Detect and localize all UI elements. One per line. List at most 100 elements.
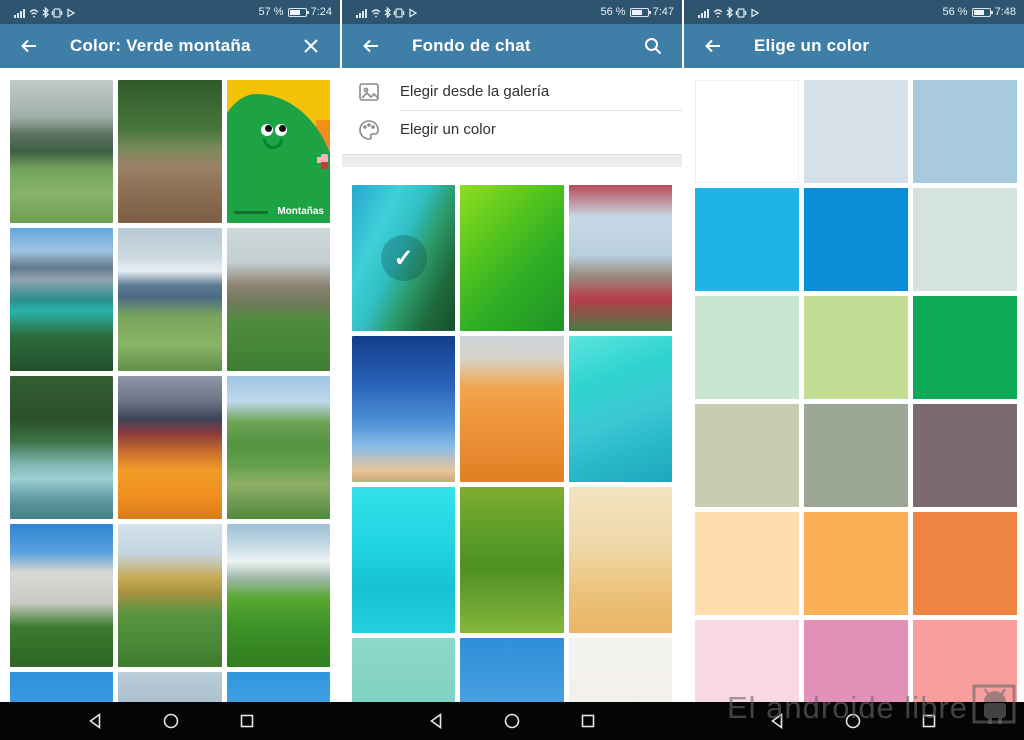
status-icon-strip	[356, 6, 430, 19]
color-swatch-blue[interactable]	[804, 188, 908, 291]
battery-icon	[288, 8, 307, 17]
nav-home-button[interactable]	[502, 711, 522, 731]
play-icon	[410, 9, 416, 16]
wallpaper-tile-aerial-coast-selected[interactable]: ✓	[352, 185, 455, 331]
nav-home-icon	[163, 713, 179, 729]
photo-tile-misty-mountain[interactable]	[10, 80, 113, 223]
nav-back-button[interactable]	[426, 711, 446, 731]
nav-home-button[interactable]	[843, 711, 863, 731]
bluetooth-icon	[727, 8, 732, 17]
color-swatch-orange-yellow[interactable]	[804, 512, 908, 615]
play-icon	[752, 9, 758, 16]
nav-group	[0, 702, 341, 740]
battery-icon	[972, 8, 991, 17]
illustration-caption: Montañas	[277, 206, 324, 217]
nav-back-button[interactable]	[85, 711, 105, 731]
back-button[interactable]	[700, 33, 726, 59]
wallpaper-grid: ✓	[342, 173, 682, 702]
photo-tile-tulip-field[interactable]	[118, 376, 221, 519]
app-bar: Color: Verde montaña	[0, 24, 340, 68]
section-divider-band	[342, 154, 682, 167]
status-icons	[350, 6, 430, 19]
nav-recents-button[interactable]	[578, 711, 598, 731]
color-swatch-pale-mint[interactable]	[695, 296, 799, 399]
phone-screen-color-gallery: 57 % 7:24 Color: Verde montaña	[0, 0, 340, 740]
close-icon	[303, 38, 319, 54]
app-bar: Elige un color	[684, 24, 1024, 68]
photo-tile-green-hills[interactable]	[227, 376, 330, 519]
wallpaper-tile-white-texture[interactable]	[569, 638, 672, 702]
menu-item-label: Elegir un color	[400, 121, 496, 138]
menu-item-choose-from-gallery[interactable]: Elegir desde la galería	[342, 73, 682, 110]
photo-tile-sky-foliage[interactable]	[10, 672, 113, 702]
color-swatch-pink[interactable]	[804, 620, 908, 702]
photo-gallery: Montañas	[0, 68, 340, 702]
color-picker-page	[684, 68, 1024, 702]
page-title: Elige un color	[754, 36, 1008, 56]
wallpaper-tile-yellow-wall[interactable]	[569, 487, 672, 633]
wallpaper-tile-turquoise-water[interactable]	[352, 487, 455, 633]
wallpaper-tile-lagoon-bungalows[interactable]	[569, 336, 672, 482]
photo-tile-sky-clouds[interactable]	[227, 672, 330, 702]
gallery-icon	[358, 81, 380, 103]
screenshot-composite: 57 % 7:24 Color: Verde montaña	[0, 0, 1024, 740]
menu-item-label: Elegir desde la galería	[400, 83, 549, 100]
background-source-menu: Elegir desde la galería Elegir un color	[342, 68, 682, 148]
signal-icon	[698, 9, 709, 18]
wallpaper-tile-blue-sky[interactable]	[460, 638, 563, 702]
color-swatch-pale-green-gray[interactable]	[913, 188, 1017, 291]
wallpaper-tile-bokeh-leaves[interactable]	[460, 487, 563, 633]
color-swatch-light-blue[interactable]	[913, 80, 1017, 183]
nav-home-icon	[504, 713, 520, 729]
wallpaper-tile-green-fern[interactable]	[460, 185, 563, 331]
back-arrow-icon	[361, 36, 381, 56]
android-navigation-bar	[0, 702, 1024, 740]
vibrate-icon	[736, 9, 745, 17]
search-button[interactable]	[640, 33, 666, 59]
signal-icon	[356, 9, 367, 18]
photo-tile-lake-mountains[interactable]	[10, 228, 113, 371]
back-button[interactable]	[16, 33, 42, 59]
color-swatch-salmon-pink[interactable]	[913, 620, 1017, 702]
wallpaper-tile-sand-dune[interactable]	[460, 336, 563, 482]
wallpaper-tile-eiffel-tower[interactable]	[569, 185, 672, 331]
nav-home-button[interactable]	[161, 711, 181, 731]
phone-screen-chat-background: 56 % 7:47 Fondo de chat Elegir desde la …	[340, 0, 682, 740]
close-button[interactable]	[298, 33, 324, 59]
color-swatch-pale-pink[interactable]	[695, 620, 799, 702]
menu-item-choose-a-color[interactable]: Elegir un color	[342, 111, 682, 148]
status-icon-strip	[698, 6, 772, 19]
photo-tile-white-building[interactable]	[10, 524, 113, 667]
color-swatch-light-yellow-green[interactable]	[804, 296, 908, 399]
photo-tile-river-fisherman[interactable]	[10, 376, 113, 519]
signal-icon	[14, 9, 25, 18]
search-icon	[644, 37, 662, 55]
back-button[interactable]	[358, 33, 384, 59]
phone-screen-color-picker: 56 % 7:48 Elige un color	[682, 0, 1024, 740]
photo-tile-montanas-illustration[interactable]: Montañas	[227, 80, 330, 223]
nav-recents-button[interactable]	[237, 711, 257, 731]
nav-back-button[interactable]	[767, 711, 787, 731]
wallpaper-tile-lighthouse[interactable]	[352, 336, 455, 482]
nav-recents-button[interactable]	[919, 711, 939, 731]
color-swatch-white[interactable]	[695, 80, 799, 183]
color-swatch-mauve-gray[interactable]	[913, 404, 1017, 507]
photo-tile-park-playground[interactable]	[227, 228, 330, 371]
bluetooth-icon	[43, 8, 48, 17]
color-swatch-cyan-blue[interactable]	[695, 188, 799, 291]
photo-tile-snowy-range[interactable]	[118, 228, 221, 371]
photo-tile-flooded-campsite[interactable]	[118, 80, 221, 223]
photo-tile-ski-map[interactable]	[227, 524, 330, 667]
photo-tile-mountain-sky[interactable]	[118, 672, 221, 702]
illustration-eye	[261, 124, 273, 136]
status-icons	[8, 6, 88, 19]
color-swatch-olive-beige[interactable]	[695, 404, 799, 507]
color-swatch-pale-blue-gray[interactable]	[804, 80, 908, 183]
app-bar: Fondo de chat	[342, 24, 682, 68]
color-swatch-green[interactable]	[913, 296, 1017, 399]
color-swatch-orange[interactable]	[913, 512, 1017, 615]
wallpaper-tile-calm-sea[interactable]	[352, 638, 455, 702]
photo-tile-autumn-park[interactable]	[118, 524, 221, 667]
color-swatch-gray-green[interactable]	[804, 404, 908, 507]
color-swatch-pale-peach[interactable]	[695, 512, 799, 615]
